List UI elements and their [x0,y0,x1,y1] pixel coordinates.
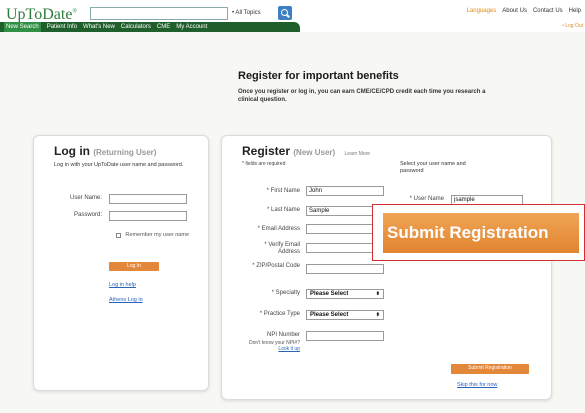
login-password-input[interactable] [109,211,187,221]
register-title: Register (New User) Learn More [242,144,371,158]
contact-link[interactable]: Contact Us [533,8,563,14]
skip-link[interactable]: Skip this for now [457,382,497,388]
submit-registration-button[interactable]: Submit Registration [451,364,529,374]
login-description: Log in with your UpToDate user name and … [54,162,184,168]
username-label: User Name: [69,195,102,201]
reg-username-label: * User Name [409,196,444,202]
nav-cme[interactable]: CME [157,22,170,32]
languages-link[interactable]: Languages [467,8,497,14]
page-title: Register for important benefits [238,70,399,82]
nav-patient-info[interactable]: Patient Info [47,22,77,32]
nav-new-search[interactable]: New Search [4,22,41,32]
chevron-icon: ⬍ [375,312,380,318]
main-nav: New Search Patient Info What's New Calcu… [0,22,300,32]
zip-input[interactable] [306,264,384,274]
help-link[interactable]: Help [569,8,581,14]
practice-type-select[interactable]: Please Select ⬍ [306,310,384,320]
nav-whats-new[interactable]: What's New [83,22,115,32]
top-links: Languages About Us Contact Us Help [467,8,581,14]
first-name-input[interactable]: John [306,186,384,196]
required-note: * fields are required [242,161,286,167]
register-panel: Register (New User) Learn More * fields … [221,135,552,400]
zip-label: * ZIP/Postal Code [252,263,300,269]
login-help-link[interactable]: Log in help [109,282,136,288]
search-icon[interactable] [278,6,292,20]
first-name-label: * First Name [266,188,300,194]
npi-input[interactable] [306,331,384,341]
about-link[interactable]: About Us [502,8,527,14]
chevron-icon: ⬍ [375,291,380,297]
npi-label: NPI Number [266,332,300,338]
practice-type-label: * Practice Type [259,311,300,317]
select-note: Select your user name and password [400,161,466,174]
search-input[interactable] [90,7,228,20]
hero-description: Once you register or log in, you can ear… [238,89,486,103]
specialty-label: * Specialty [271,290,300,296]
athens-login-link[interactable]: Athens Log in [109,297,143,303]
topics-select[interactable]: • All Topics [230,7,272,20]
email-label: * Email Address [257,226,300,232]
logout-link[interactable]: • Log Out [562,23,583,29]
remember-label: Remember my user name [125,232,189,238]
password-label: Password: [73,212,102,218]
specialty-select[interactable]: Please Select ⬍ [306,289,384,299]
npi-lookup-link[interactable]: Look it up [278,346,300,352]
callout-submit-button[interactable]: Submit Registration [383,213,579,253]
nav-calculators[interactable]: Calculators [121,22,151,32]
learn-more-link[interactable]: Learn More [345,151,371,157]
login-title: Log in (Returning User) [54,144,157,158]
zoom-callout: Submit Registration [372,204,585,261]
last-name-label: * Last Name [266,207,300,213]
verify-email-label: * Verify Email Address [264,242,300,255]
npi-help: Don't know your NPI#? Look it up [249,340,300,352]
login-username-input[interactable] [109,194,187,204]
login-panel: Log in (Returning User) Log in with your… [33,135,209,391]
remember-checkbox[interactable] [116,233,121,238]
login-button[interactable]: Log In [109,262,159,271]
nav-my-account[interactable]: My Account [176,22,207,32]
